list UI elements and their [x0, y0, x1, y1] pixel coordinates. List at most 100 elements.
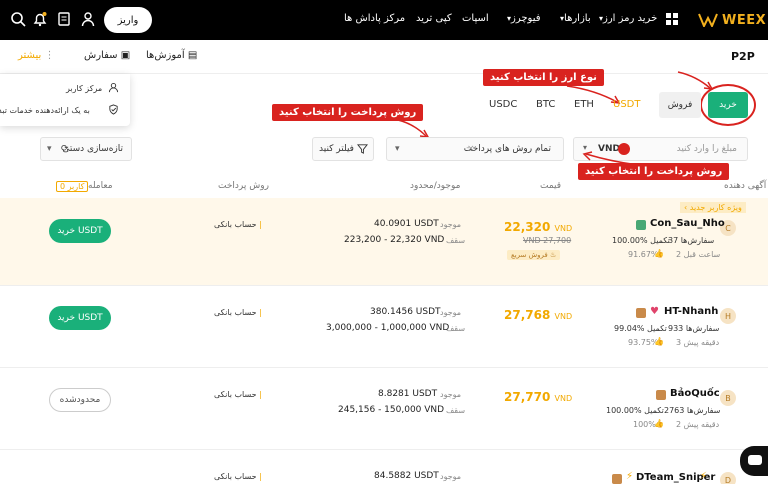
last-seen: 2 ساعت قبل	[676, 250, 721, 259]
rating: 100%	[633, 420, 656, 429]
more-menu[interactable]: بیشتر ⋮	[18, 50, 54, 61]
verified-badge-icon	[636, 220, 646, 230]
user-icon	[108, 82, 119, 95]
limited-button[interactable]: محدودشده	[49, 388, 111, 412]
limit-range: 245,156 - 150,000 VND	[338, 405, 445, 415]
limit-label: سقف	[446, 236, 466, 245]
merchant-name[interactable]: BảoQuốc	[670, 388, 720, 399]
sub-navigation: بیشتر ⋮ سفارش ▣ آموزش‌ها ▤ P2P	[0, 40, 768, 74]
price: 27,768 VND	[504, 308, 573, 322]
top-navigation: واریز مرکز پاداش ها کپی ترید اسپات ▾فیوچ…	[0, 0, 768, 40]
table-row: D DTeam_Sniper ⚡ ⚡ موجود 84.5882 USDT حس…	[0, 450, 768, 484]
tutorials-link[interactable]: آموزش‌ها ▤	[146, 50, 197, 61]
orders-link[interactable]: سفارش ▣	[84, 50, 130, 61]
table-row: ‹ ویژه کاربر جدید C Con_Sau_Nho 37 سفارش…	[0, 198, 768, 286]
orders-count: 37 سفارش‌ها	[668, 236, 715, 245]
coin-tab-usdt[interactable]: USDT	[613, 99, 640, 110]
user-icon[interactable]	[80, 11, 96, 27]
book-icon: ▤	[187, 50, 198, 61]
orders-icon: ▣	[120, 50, 131, 61]
merchant-name[interactable]: HT-Nhanh	[664, 306, 718, 317]
header-payment: روش پرداخت	[218, 181, 269, 191]
clear-icon[interactable]: ×	[467, 144, 475, 154]
apps-grid-icon[interactable]	[666, 13, 678, 25]
brand-logo[interactable]: WEEX	[698, 8, 766, 32]
amount-input[interactable]: مبلغ را وارد کنید	[677, 144, 737, 154]
search-icon[interactable]	[10, 11, 26, 27]
chat-icon	[748, 455, 762, 465]
payment-method: حساب بانکی |	[214, 390, 262, 399]
last-seen: 3 دقیقه پیش	[676, 338, 720, 347]
coin-tab-btc[interactable]: BTC	[536, 99, 555, 110]
available-amount: 40.0901 USDT	[374, 219, 439, 229]
nav-markets[interactable]: ▾بازارها	[557, 13, 591, 24]
available-label: موجود	[440, 390, 462, 399]
limit-range: 3,000,000 - 1,000,000 VND	[326, 323, 450, 333]
buy-usdt-button[interactable]: خرید USDT	[49, 306, 111, 330]
p2p-title: P2P	[731, 50, 755, 63]
refresh-select[interactable]: تازه‌سازی دستی ⟳ ▾	[40, 137, 132, 161]
completion-rate: 100.00% تکمیل	[606, 406, 664, 415]
coin-tab-usdc[interactable]: USDC	[489, 99, 517, 110]
thumbs-up-icon: 👍	[654, 249, 664, 258]
heart-icon: ♥	[650, 306, 659, 317]
filter-button[interactable]: فیلتر کنید	[312, 137, 374, 161]
nav-copy-trade[interactable]: کپی ترید	[416, 13, 452, 24]
avatar: D	[720, 472, 736, 484]
annotation-arrow	[582, 151, 651, 167]
support-chat-button[interactable]	[740, 446, 768, 476]
deposit-button[interactable]: واریز	[104, 7, 152, 33]
completion-rate: 99.04% تکمیل	[614, 324, 667, 333]
header-trade: معامله	[88, 181, 113, 191]
tab-buy[interactable]: خرید	[708, 92, 748, 118]
chevron-down-icon: ▾	[395, 144, 400, 154]
payment-method: حساب بانکی |	[214, 220, 262, 229]
coin-tab-eth[interactable]: ETH	[574, 99, 594, 110]
last-seen: 2 دقیقه پیش	[676, 420, 720, 429]
filter-icon	[356, 143, 369, 157]
nav-futures[interactable]: ▾فیوچرز	[504, 13, 541, 24]
payment-method-select[interactable]: تمام روش های پرداخت × ▾	[386, 137, 564, 161]
menu-item-label: مرکز کاربر	[66, 84, 103, 93]
chevron-down-icon: ▾	[47, 144, 52, 154]
menu-item-become-provider[interactable]: به یک ارائه‌دهنده خدمات تبدیل شوید	[0, 100, 130, 122]
thumbs-up-icon: 👍	[654, 419, 664, 428]
nav-buy-crypto[interactable]: ▾خرید رمز ارز	[596, 13, 657, 24]
menu-item-user-center[interactable]: مرکز کاربر	[0, 78, 130, 100]
orders-count: 933 سفارش‌ها	[668, 324, 720, 333]
verified-badge-icon	[612, 474, 622, 484]
verified-badge-icon	[656, 390, 666, 400]
payment-method: حساب بانکی |	[214, 308, 262, 317]
available-label: موجود	[440, 308, 462, 317]
weex-logo-icon	[698, 13, 718, 27]
avatar: H	[720, 308, 736, 324]
new-user-filter[interactable]: کاربر 0	[56, 181, 89, 192]
nav-rewards-center[interactable]: مرکز پاداش ها	[344, 13, 405, 24]
nav-spot[interactable]: اسپات	[462, 13, 489, 24]
available-amount: 380.1456 USDT	[370, 307, 441, 317]
available-amount: 84.5882 USDT	[374, 471, 439, 481]
shield-check-icon	[108, 104, 119, 117]
flash-icon: ⚡	[626, 471, 634, 482]
more-dropdown-menu: مرکز کاربر به یک ارائه‌دهنده خدمات تبدیل…	[0, 74, 130, 126]
header-price: قیمت	[540, 181, 562, 191]
table-row: H HT-Nhanh ♥ 933 سفارش‌ها 99.04% تکمیل 3…	[0, 286, 768, 368]
avatar: B	[720, 390, 736, 406]
price: 27,770 VND	[504, 390, 573, 404]
payment-method-value: تمام روش های پرداخت	[463, 144, 551, 154]
payment-method: حساب بانکی |	[214, 472, 262, 481]
orders-icon[interactable]	[56, 11, 72, 27]
old-price: VND 27,700	[523, 236, 572, 245]
merchant-name[interactable]: Con_Sau_Nho	[650, 218, 725, 229]
new-user-tag: ‹ ویژه کاربر جدید	[680, 202, 746, 213]
flash-icon: ⚡	[700, 471, 708, 482]
available-label: موجود	[440, 220, 462, 229]
price: 22,320 VND	[504, 220, 573, 234]
header-available: موجود/محدود	[410, 181, 461, 191]
refresh-icon: ⟳	[61, 144, 69, 154]
tab-sell[interactable]: فروش	[659, 92, 701, 118]
verified-badge-icon	[636, 308, 646, 318]
buy-usdt-button[interactable]: خرید USDT	[49, 219, 111, 243]
bell-icon[interactable]	[32, 11, 48, 27]
available-amount: 8.8281 USDT	[378, 389, 438, 399]
